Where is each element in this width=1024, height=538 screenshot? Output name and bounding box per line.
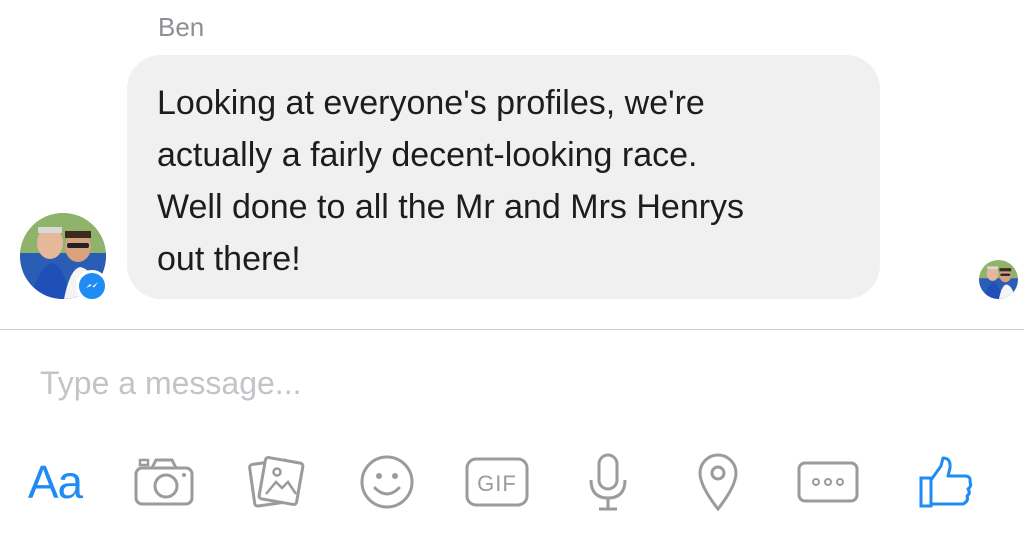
emoji-button[interactable] — [355, 450, 419, 514]
more-button[interactable] — [794, 450, 862, 514]
message-input[interactable] — [40, 358, 980, 408]
composer-divider — [0, 329, 1024, 330]
gif-icon: GIF — [465, 457, 529, 507]
message-bubble[interactable]: Looking at everyone's profiles, we're ac… — [127, 55, 880, 299]
photo-gallery-button[interactable] — [244, 450, 308, 514]
seen-avatar — [979, 260, 1018, 299]
like-button[interactable] — [914, 450, 978, 514]
photo-gallery-icon — [248, 455, 305, 508]
messenger-badge-icon — [76, 270, 108, 302]
gif-button[interactable]: GIF — [462, 450, 532, 514]
more-icon — [797, 461, 859, 503]
location-button[interactable] — [690, 450, 746, 514]
text-format-button[interactable]: Aa — [18, 450, 92, 514]
camera-icon — [134, 458, 194, 506]
thumbs-up-icon — [919, 456, 973, 508]
gif-label: GIF — [477, 471, 517, 496]
sender-name: Ben — [158, 12, 205, 42]
message-line: Well done to all the Mr and Mrs Henrys — [157, 188, 745, 226]
location-icon — [698, 453, 738, 512]
message-line: actually a fairly decent-looking race. — [157, 136, 698, 174]
message-line: Looking at everyone's profiles, we're — [157, 84, 705, 122]
text-format-label: Aa — [27, 456, 83, 508]
microphone-button[interactable] — [580, 450, 636, 514]
message-line: out there! — [157, 240, 301, 278]
camera-button[interactable] — [130, 450, 198, 514]
microphone-icon — [589, 453, 627, 511]
emoji-icon — [360, 455, 414, 509]
